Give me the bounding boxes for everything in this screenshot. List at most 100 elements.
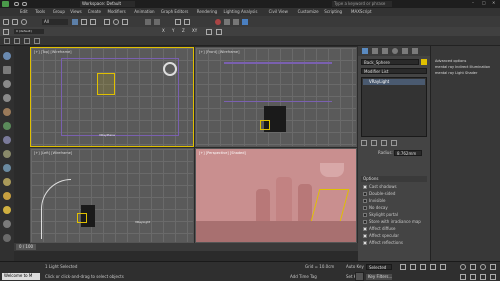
ribbon-icon-2[interactable] xyxy=(14,38,20,44)
unlink-icon[interactable] xyxy=(12,19,18,25)
modifier-list-dropdown[interactable]: Modifier List xyxy=(361,68,427,74)
minimize-button[interactable]: – xyxy=(470,1,478,7)
option-row[interactable]: Skylight portal xyxy=(363,213,425,218)
option-row[interactable]: Affect specular xyxy=(363,234,425,239)
tube-icon[interactable] xyxy=(3,150,11,158)
display-tab-icon[interactable] xyxy=(402,48,408,54)
torus-icon[interactable] xyxy=(3,108,11,116)
pin-stack-icon[interactable] xyxy=(361,140,367,146)
orbit-icon[interactable] xyxy=(480,264,486,270)
constraint-icon[interactable] xyxy=(206,29,212,35)
helper-icon[interactable] xyxy=(3,234,11,242)
show-end-result-icon[interactable] xyxy=(371,140,377,146)
material-editor-icon[interactable] xyxy=(215,19,221,25)
time-slider[interactable]: 0 / 100 xyxy=(16,244,36,250)
hedra-icon[interactable] xyxy=(3,192,11,200)
ribbon-icon-4[interactable] xyxy=(34,38,40,44)
modifier-stack[interactable]: VRayLight xyxy=(361,77,427,137)
viewport-top[interactable]: [+] [Top] [Wireframe] VRayPlane xyxy=(30,47,194,147)
link-icon[interactable] xyxy=(3,19,9,25)
scene-explorer-item[interactable]: mental ray Light Shader xyxy=(435,71,477,76)
menu-item-scripting[interactable]: Scripting xyxy=(324,10,342,14)
modifier-stack-item[interactable]: VRayLight xyxy=(363,79,425,85)
go-to-end-icon[interactable] xyxy=(440,264,446,270)
viewport-front[interactable]: [+] [Front] [Wireframe] xyxy=(195,47,357,147)
zoom-extents-icon[interactable] xyxy=(480,274,486,280)
radius-field[interactable]: 8.762mm xyxy=(394,150,422,156)
viewport-perspective[interactable]: [+] [Perspective] [Shaded] xyxy=(195,148,357,243)
selection-filter-dropdown[interactable]: All xyxy=(42,19,68,25)
viewport-front-label[interactable]: [+] [Front] [Wireframe] xyxy=(199,50,239,54)
menu-item-animation[interactable]: Animation xyxy=(134,10,154,14)
ribbon-icon-1[interactable] xyxy=(4,38,10,44)
cloth-icon[interactable] xyxy=(216,29,222,35)
option-checkbox[interactable] xyxy=(363,213,367,217)
menu-item-modifiers[interactable]: Modifiers xyxy=(108,10,126,14)
angle-snap-icon[interactable] xyxy=(154,19,160,25)
zoom-icon[interactable] xyxy=(460,264,466,270)
next-frame-icon[interactable] xyxy=(430,264,436,270)
option-checkbox[interactable] xyxy=(363,227,367,231)
light-icon[interactable] xyxy=(3,206,11,214)
zoom-all-icon[interactable] xyxy=(490,274,496,280)
app-logo-icon[interactable] xyxy=(2,1,9,7)
remove-modifier-icon[interactable] xyxy=(391,140,397,146)
render-setup-icon[interactable] xyxy=(224,19,230,25)
go-to-start-icon[interactable] xyxy=(400,264,406,270)
geosphere-icon[interactable] xyxy=(3,178,11,186)
rectangular-selection-icon[interactable] xyxy=(90,19,96,25)
option-checkbox[interactable] xyxy=(363,192,367,196)
utilities-tab-icon[interactable] xyxy=(412,48,418,54)
scene-explorer-item[interactable]: Advanced options xyxy=(435,59,466,64)
menu-item-create[interactable]: Create xyxy=(88,10,101,14)
maximize-button[interactable]: □ xyxy=(480,1,488,7)
option-row[interactable]: No decay xyxy=(363,206,425,211)
motion-tab-icon[interactable] xyxy=(392,48,398,54)
object-name-field[interactable]: Back_Sphere xyxy=(361,59,419,65)
key-filters-button[interactable]: Key Filters... xyxy=(366,274,392,280)
sphere-icon[interactable] xyxy=(3,80,11,88)
menu-item-graph-editors[interactable]: Graph Editors xyxy=(161,10,188,14)
axis-xy-button[interactable]: XY xyxy=(190,28,200,35)
walk-through-icon[interactable] xyxy=(470,274,476,280)
close-button[interactable]: ✕ xyxy=(490,1,498,7)
select-object-icon[interactable] xyxy=(72,19,78,25)
field-of-view-icon[interactable] xyxy=(460,274,466,280)
menu-item-civil-view[interactable]: Civil View xyxy=(269,10,288,14)
maxscript-listener[interactable]: Welcome to M xyxy=(2,273,40,280)
selected-dropdown[interactable]: Selected xyxy=(366,264,392,270)
add-time-tag[interactable]: Add Time Tag xyxy=(290,275,317,279)
option-checkbox[interactable] xyxy=(363,241,367,245)
ribbon-icon-3[interactable] xyxy=(24,38,30,44)
create-tab-icon[interactable] xyxy=(362,48,368,54)
option-row[interactable]: Affect reflections xyxy=(363,241,425,246)
viewport-top-label[interactable]: [+] [Top] [Wireframe] xyxy=(34,50,72,54)
left-light-gizmo[interactable] xyxy=(77,213,87,223)
auto-key-label[interactable]: Auto Key xyxy=(346,265,364,269)
bind-space-warp-icon[interactable] xyxy=(21,19,27,25)
front-light-gizmo[interactable] xyxy=(260,120,270,130)
render-frame-icon[interactable] xyxy=(233,19,239,25)
maximize-viewport-icon[interactable] xyxy=(490,264,496,270)
layer-manager-icon[interactable] xyxy=(3,29,9,35)
play-icon[interactable] xyxy=(420,264,426,270)
pyramid-icon[interactable] xyxy=(3,136,11,144)
select-by-name-icon[interactable] xyxy=(81,19,87,25)
move-icon[interactable] xyxy=(104,19,110,25)
option-row[interactable]: Double-sided xyxy=(363,192,425,197)
menu-item-views[interactable]: Views xyxy=(70,10,82,14)
undo-icon[interactable] xyxy=(14,2,19,6)
set-key-button[interactable] xyxy=(355,272,364,281)
menu-item-edit[interactable]: Edit xyxy=(20,10,28,14)
modify-tab-icon[interactable] xyxy=(372,48,378,54)
hierarchy-tab-icon[interactable] xyxy=(382,48,388,54)
render-icon[interactable] xyxy=(242,19,248,25)
option-checkbox[interactable] xyxy=(363,199,367,203)
option-checkbox[interactable] xyxy=(363,185,367,189)
option-row[interactable]: Invisible xyxy=(363,199,425,204)
cylinder-icon[interactable] xyxy=(3,94,11,102)
menu-item-rendering[interactable]: Rendering xyxy=(197,10,217,14)
option-row[interactable]: Affect diffuse xyxy=(363,227,425,232)
option-row[interactable]: Cast shadows xyxy=(363,185,425,190)
scale-icon[interactable] xyxy=(122,19,128,25)
